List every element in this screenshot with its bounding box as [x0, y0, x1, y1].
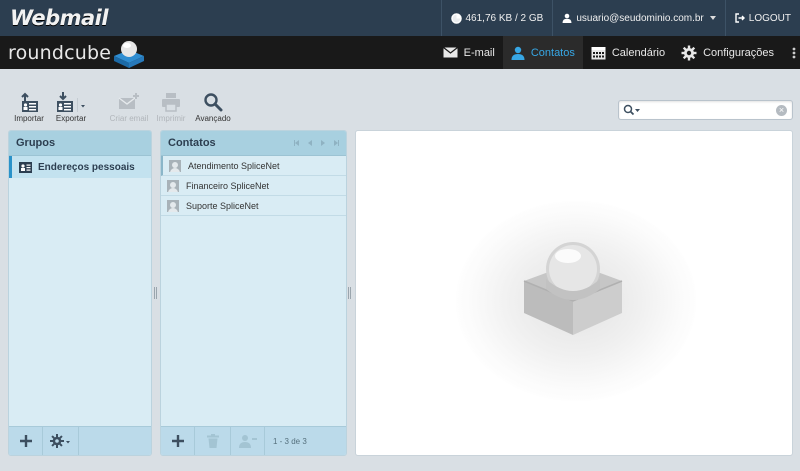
- plus-icon: [19, 435, 32, 447]
- main-nav: roundcube E-mail Contatos Calendário Con…: [0, 36, 800, 69]
- printer-icon: [162, 93, 180, 112]
- user-menu[interactable]: usuario@seudominio.com.br: [552, 0, 724, 36]
- contact-row[interactable]: Financeiro SpliceNet: [161, 176, 346, 196]
- address-book-icon: [19, 161, 32, 173]
- trash-icon: [206, 434, 219, 448]
- export-label: Exportar: [55, 114, 87, 123]
- group-options-button[interactable]: [43, 426, 79, 455]
- contacts-toolbar: Importar Exportar Criar email Imprimir A…: [8, 92, 234, 126]
- contact-avatar-icon: [167, 179, 179, 192]
- quota-indicator: 461,76 KB / 2 GB: [440, 0, 553, 36]
- roundcube-logo-text: roundcube: [8, 42, 112, 64]
- gear-icon: [681, 45, 697, 60]
- quota-text: 461,76 KB / 2 GB: [465, 12, 544, 24]
- last-page-icon[interactable]: [334, 140, 339, 146]
- logout-button[interactable]: LOGOUT: [724, 0, 800, 36]
- nav-calendar-label: Calendário: [611, 46, 666, 59]
- nav-items: E-mail Contatos Calendário Configurações: [435, 36, 782, 69]
- nav-email-label: E-mail: [463, 46, 495, 59]
- import-icon: [21, 92, 38, 112]
- delete-contact-button[interactable]: [195, 426, 231, 455]
- contact-avatar-icon: [169, 159, 181, 172]
- plus-icon: [171, 435, 184, 447]
- groups-panel: Grupos Endereços pessoais: [8, 130, 152, 456]
- nav-item-contacts[interactable]: Contatos: [502, 36, 583, 69]
- compose-icon: [118, 93, 139, 109]
- prev-page-icon[interactable]: [308, 140, 312, 146]
- remove-from-group-button[interactable]: [231, 426, 265, 455]
- compose-label: Criar email: [109, 114, 149, 123]
- add-group-button[interactable]: [9, 426, 43, 455]
- pager: [294, 140, 339, 146]
- envelope-icon: [442, 47, 458, 58]
- roundcube-logo: roundcube: [8, 38, 147, 68]
- contacts-title: Contatos: [168, 137, 216, 149]
- nav-item-settings[interactable]: Configurações: [673, 36, 782, 69]
- group-item-personal-addresses[interactable]: Endereços pessoais: [9, 156, 151, 178]
- first-page-icon[interactable]: [294, 140, 299, 146]
- person-icon: [511, 46, 525, 60]
- user-icon: [562, 13, 572, 23]
- logout-label: LOGOUT: [748, 12, 791, 24]
- add-contact-button[interactable]: [161, 426, 195, 455]
- contacts-header: Contatos: [161, 131, 346, 156]
- chevron-down-icon: [709, 16, 716, 20]
- quick-search[interactable]: ×: [618, 100, 793, 120]
- more-vertical-icon[interactable]: [792, 47, 796, 59]
- contact-count: 1 - 3 de 3: [273, 436, 307, 446]
- export-button[interactable]: Exportar: [50, 92, 92, 126]
- compose-button[interactable]: Criar email: [108, 92, 150, 126]
- search-reset-icon[interactable]: ×: [776, 105, 787, 116]
- user-email: usuario@seudominio.com.br: [576, 12, 704, 24]
- contacts-panel: Contatos Atendimento SpliceNet Financeir…: [160, 130, 347, 456]
- nav-item-email[interactable]: E-mail: [435, 36, 503, 69]
- group-label: Endereços pessoais: [38, 161, 135, 173]
- search-options-icon[interactable]: [623, 104, 641, 116]
- logout-icon: [735, 13, 745, 23]
- pie-chart-icon: [450, 12, 462, 24]
- print-button[interactable]: Imprimir: [150, 92, 192, 126]
- groups-splitter[interactable]: [154, 287, 157, 299]
- groups-header: Grupos: [9, 131, 151, 156]
- nav-item-calendar[interactable]: Calendário: [583, 36, 673, 69]
- advanced-label: Avançado: [195, 114, 231, 123]
- contact-avatar-icon: [167, 199, 179, 212]
- top-info: 461,76 KB / 2 GB usuario@seudominio.com.…: [440, 0, 800, 36]
- person-minus-icon: [238, 435, 257, 448]
- contact-preview-panel: [355, 130, 793, 456]
- contact-name: Suporte SpliceNet: [186, 200, 259, 211]
- search-icon: [204, 93, 223, 112]
- webmail-logo: Webmail: [10, 6, 109, 30]
- nav-settings-label: Configurações: [703, 46, 774, 59]
- contact-row[interactable]: Atendimento SpliceNet: [161, 156, 346, 176]
- gear-icon: [49, 434, 70, 448]
- calendar-icon: [591, 46, 606, 59]
- import-button[interactable]: Importar: [8, 92, 50, 126]
- contact-list: Atendimento SpliceNet Financeiro SpliceN…: [161, 156, 346, 216]
- contact-row[interactable]: Suporte SpliceNet: [161, 196, 346, 216]
- print-label: Imprimir: [156, 114, 186, 123]
- nav-contacts-label: Contatos: [530, 46, 575, 59]
- export-icon: [57, 92, 85, 112]
- contact-name: Atendimento SpliceNet: [188, 160, 280, 171]
- contacts-footer: 1 - 3 de 3: [161, 426, 346, 455]
- import-label: Importar: [14, 114, 44, 123]
- roundcube-box-icon: [114, 41, 145, 68]
- advanced-search-button[interactable]: Avançado: [192, 92, 234, 126]
- top-bar: Webmail 461,76 KB / 2 GB usuario@seudomi…: [0, 0, 800, 36]
- contacts-splitter[interactable]: [348, 287, 351, 299]
- contact-name: Financeiro SpliceNet: [186, 180, 270, 191]
- groups-footer: [9, 426, 151, 455]
- next-page-icon[interactable]: [321, 140, 325, 146]
- roundcube-watermark-icon: [523, 242, 623, 335]
